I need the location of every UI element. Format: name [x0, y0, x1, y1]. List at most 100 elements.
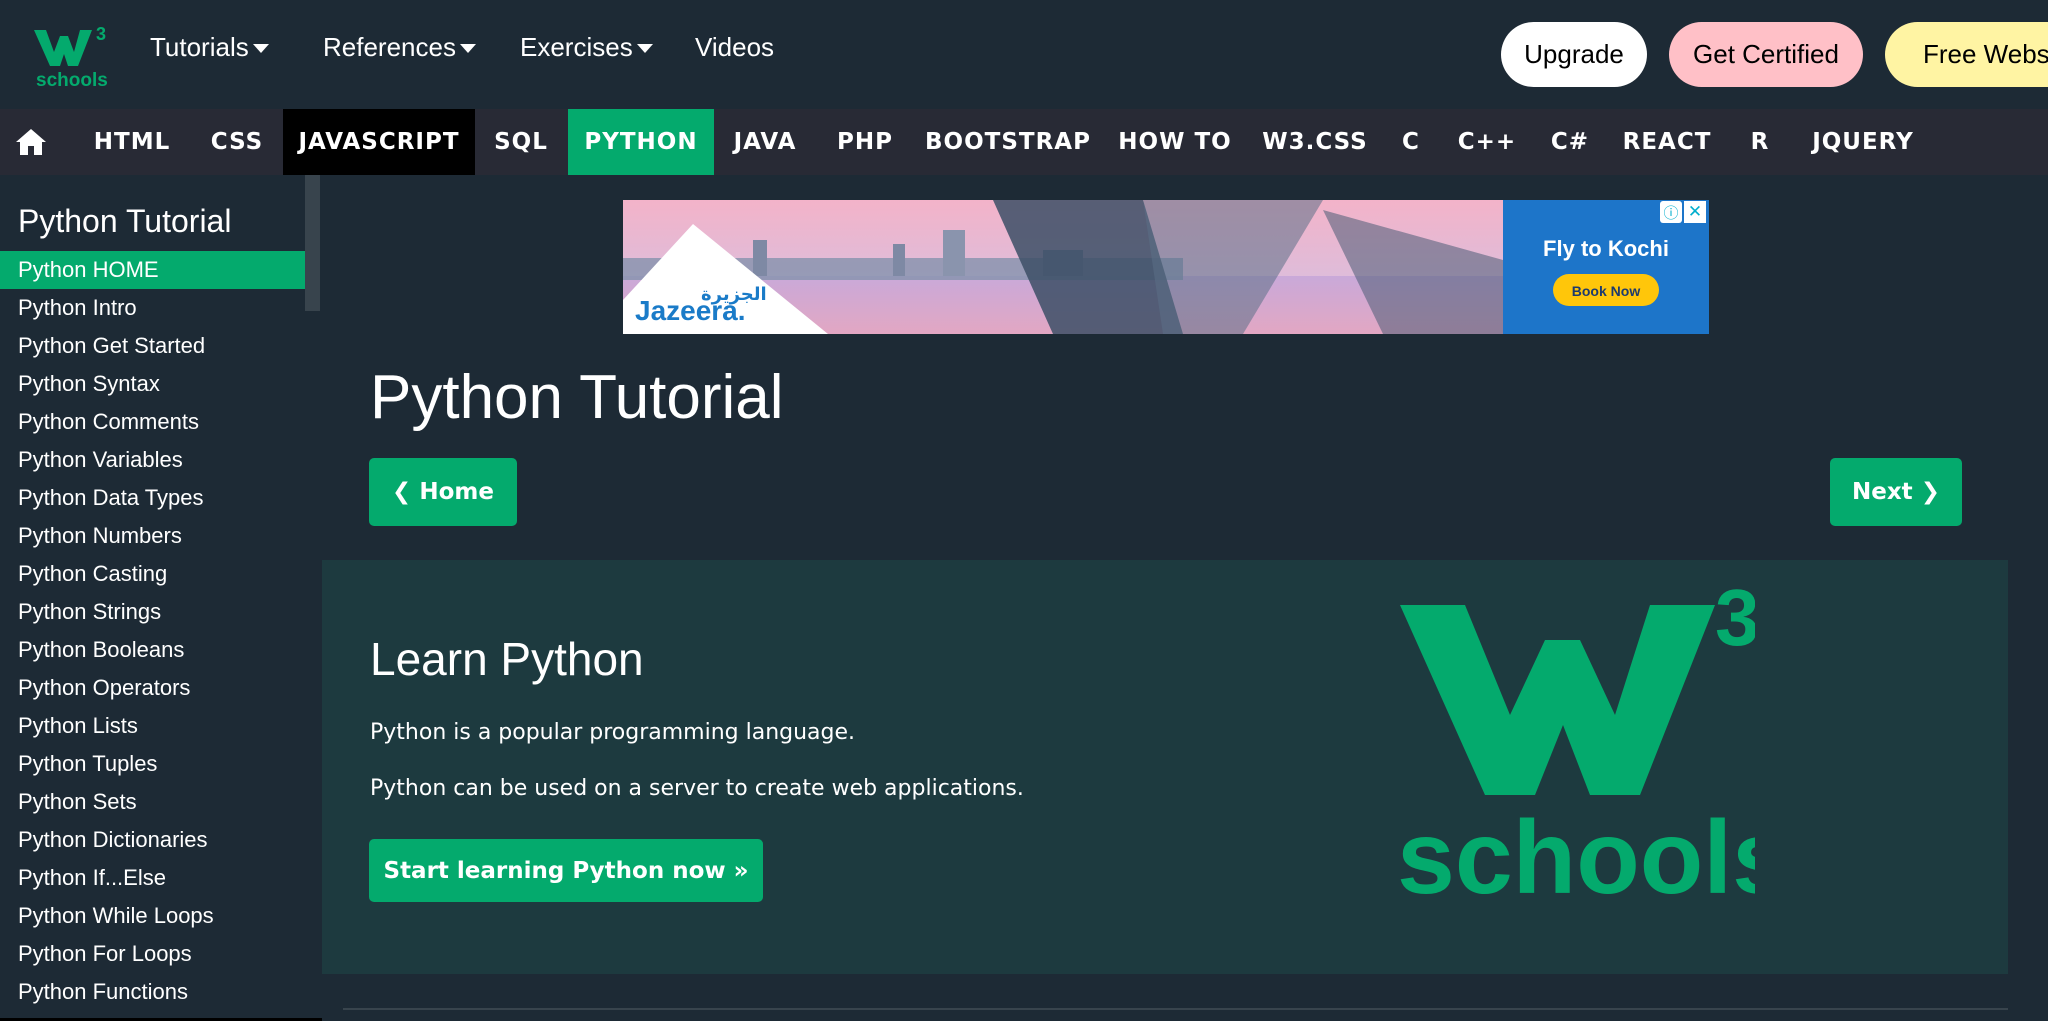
w3schools-logo[interactable]: 3 schools — [30, 18, 110, 90]
nav-jquery[interactable]: JQUERY — [1808, 109, 1918, 175]
nav-cpp[interactable]: C++ — [1457, 109, 1517, 175]
sidebar-item-dictionaries[interactable]: Python Dictionaries — [0, 821, 305, 859]
sidebar-item-booleans[interactable]: Python Booleans — [0, 631, 305, 669]
nav-r-label: R — [1750, 129, 1770, 155]
free-website-button[interactable]: Free Websi — [1885, 22, 2048, 87]
sidebar-item-for-loops[interactable]: Python For Loops — [0, 935, 305, 973]
get-certified-button[interactable]: Get Certified — [1669, 22, 1863, 87]
sidebar-item-lists[interactable]: Python Lists — [0, 707, 305, 745]
nav-jquery-label: JQUERY — [1812, 129, 1914, 155]
nav-css[interactable]: CSS — [195, 109, 279, 175]
tutorials-menu[interactable]: Tutorials — [150, 32, 269, 63]
sidebar-item-get-started[interactable]: Python Get Started — [0, 327, 305, 365]
home-button[interactable]: ❮ Home — [369, 458, 517, 526]
divider — [343, 1008, 2008, 1010]
nav-css-label: CSS — [210, 129, 264, 155]
nav-c[interactable]: C — [1396, 109, 1426, 175]
next-button-label: Next — [1852, 479, 1913, 505]
logo-text: schools — [36, 70, 108, 90]
sidebar-list: Python HOME Python Intro Python Get Star… — [0, 251, 305, 1011]
nav-w3css[interactable]: W3.CSS — [1257, 109, 1373, 175]
nav-html-label: HTML — [93, 129, 171, 155]
sidebar-item-python-intro[interactable]: Python Intro — [0, 289, 305, 327]
caret-down-icon — [459, 44, 476, 53]
hero-logo-text: schools — [1397, 800, 1755, 905]
sidebar-item-if-else[interactable]: Python If...Else — [0, 859, 305, 897]
home-icon[interactable] — [14, 126, 48, 158]
nav-sql[interactable]: SQL — [479, 109, 563, 175]
sidebar-item-functions[interactable]: Python Functions — [0, 973, 305, 1011]
sidebar-item-data-types[interactable]: Python Data Types — [0, 479, 305, 517]
caret-down-icon — [252, 44, 269, 53]
videos-link[interactable]: Videos — [695, 32, 774, 63]
free-website-label: Free Websi — [1923, 39, 2048, 69]
sidebar-item-casting[interactable]: Python Casting — [0, 555, 305, 593]
sidebar-item-while-loops[interactable]: Python While Loops — [0, 897, 305, 935]
nav-python[interactable]: PYTHON — [568, 109, 714, 175]
hero-paragraph-1: Python is a popular programming language… — [370, 720, 856, 745]
info-icon[interactable]: ⓘ — [1660, 201, 1682, 223]
nav-php-label: PHP — [837, 129, 893, 155]
nav-javascript[interactable]: JAVASCRIPT — [283, 109, 475, 175]
references-menu[interactable]: References — [323, 32, 476, 63]
exercises-menu[interactable]: Exercises — [520, 32, 653, 63]
nav-java-label: JAVA — [733, 129, 797, 155]
hero-title: Learn Python — [370, 633, 644, 685]
chevron-right-icon: ❯ — [1920, 479, 1940, 505]
exercises-label: Exercises — [520, 32, 633, 62]
start-learning-button[interactable]: Start learning Python now » — [369, 839, 763, 902]
logo-sup: 3 — [96, 24, 106, 44]
videos-label: Videos — [695, 32, 775, 62]
page-title: Python Tutorial — [370, 363, 784, 432]
ad-brand-arabic: الجزيرة — [701, 284, 767, 305]
hero-section — [322, 560, 2008, 974]
home-button-label: Home — [419, 479, 494, 505]
sidebar-item-comments[interactable]: Python Comments — [0, 403, 305, 441]
sidebar-item-variables[interactable]: Python Variables — [0, 441, 305, 479]
chevron-left-icon: ❮ — [392, 479, 412, 505]
nav-sql-label: SQL — [494, 129, 548, 155]
ad-cta-label: Book Now — [1572, 283, 1641, 299]
caret-down-icon — [636, 44, 653, 53]
next-button[interactable]: Next ❯ — [1830, 458, 1962, 526]
sidebar-item-operators[interactable]: Python Operators — [0, 669, 305, 707]
nav-how-to[interactable]: HOW TO — [1113, 109, 1237, 175]
sidebar-item-sets[interactable]: Python Sets — [0, 783, 305, 821]
nav-r[interactable]: R — [1745, 109, 1775, 175]
ad-image: Jazeera. الجزيرة Fly to Kochi Book Now — [623, 200, 1709, 334]
get-certified-label: Get Certified — [1693, 39, 1839, 69]
hero-logo-sup: 3 — [1715, 575, 1755, 662]
sidebar-item-strings[interactable]: Python Strings — [0, 593, 305, 631]
nav-php[interactable]: PHP — [822, 109, 908, 175]
nav-bootstrap-label: BOOTSTRAP — [925, 129, 1091, 155]
w3schools-hero-logo: 3 schools — [1397, 575, 1755, 905]
upgrade-button[interactable]: Upgrade — [1501, 22, 1647, 87]
nav-java[interactable]: JAVA — [718, 109, 812, 175]
upgrade-label: Upgrade — [1524, 39, 1624, 69]
references-label: References — [323, 32, 456, 62]
sidebar: Python Tutorial Python HOME Python Intro… — [0, 175, 430, 1021]
sidebar-item-tuples[interactable]: Python Tuples — [0, 745, 305, 783]
nav-csharp[interactable]: C# — [1546, 109, 1594, 175]
close-icon[interactable]: ✕ — [1684, 201, 1706, 223]
nav-cpp-label: C++ — [1457, 129, 1517, 155]
sidebar-title: Python Tutorial — [18, 203, 232, 239]
nav-bootstrap[interactable]: BOOTSTRAP — [920, 109, 1096, 175]
nav-html[interactable]: HTML — [78, 109, 186, 175]
top-bar: 3 schools Tutorials References Exercises… — [0, 0, 2048, 109]
right-margin — [2008, 175, 2048, 1021]
nav-c-label: C — [1402, 129, 1420, 155]
hero-paragraph-2: Python can be used on a server to create… — [370, 776, 1024, 801]
sidebar-item-python-home[interactable]: Python HOME — [0, 251, 305, 289]
sidebar-item-syntax[interactable]: Python Syntax — [0, 365, 305, 403]
nav-csharp-label: C# — [1550, 129, 1590, 155]
nav-react-label: REACT — [1622, 129, 1712, 155]
sidebar-scrollbar-thumb[interactable] — [305, 175, 320, 311]
nav-python-label: PYTHON — [584, 129, 698, 155]
nav-how-to-label: HOW TO — [1118, 129, 1232, 155]
nav-react[interactable]: REACT — [1622, 109, 1712, 175]
ad-banner[interactable]: Jazeera. الجزيرة Fly to Kochi Book Now — [623, 200, 1709, 334]
subject-nav: HTML CSS JAVASCRIPT SQL PYTHON JAVA PHP … — [0, 109, 2048, 175]
sidebar-item-numbers[interactable]: Python Numbers — [0, 517, 305, 555]
ad-headline: Fly to Kochi — [1543, 236, 1669, 261]
